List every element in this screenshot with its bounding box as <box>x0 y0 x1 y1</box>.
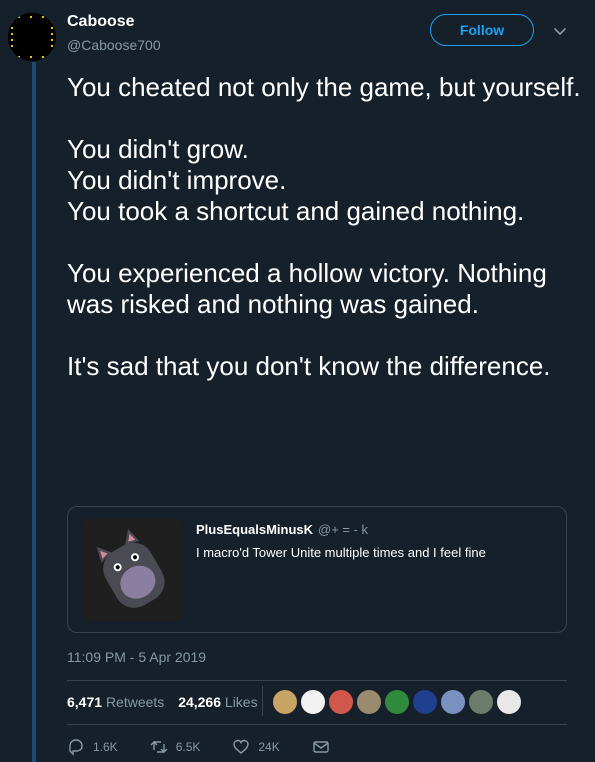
tweet-text: You cheated not only the game, but yours… <box>67 72 587 413</box>
tweet-paragraph: You experienced a hollow victory. Nothin… <box>67 258 547 319</box>
envelope-icon <box>313 741 329 753</box>
like-button[interactable]: 24K <box>232 738 280 756</box>
quoted-author-handle: @+ = - k <box>318 522 369 537</box>
liker-avatar[interactable] <box>412 689 438 715</box>
author-handle[interactable]: @Caboose700 <box>67 37 161 53</box>
divider <box>67 680 567 681</box>
tweet-timestamp[interactable]: 11:09 PM - 5 Apr 2019 <box>67 649 206 665</box>
thread-line <box>32 62 36 762</box>
message-button[interactable] <box>312 738 338 756</box>
retweet-icon <box>150 741 168 753</box>
reply-count: 1.6K <box>93 740 118 754</box>
divider <box>67 724 567 725</box>
liker-avatar[interactable] <box>300 689 326 715</box>
likes-label: Likes <box>224 694 258 710</box>
likes-count: 24,266 <box>178 694 222 710</box>
engagement-stats: 6,471 Retweets 24,266 Likes <box>67 694 268 710</box>
follow-button[interactable]: Follow <box>430 14 534 46</box>
stats-separator <box>262 686 263 716</box>
author-name[interactable]: Caboose <box>67 13 135 31</box>
retweet-count: 6.5K <box>175 740 201 754</box>
liker-avatar[interactable] <box>356 689 382 715</box>
quoted-tweet[interactable]: PlusEqualsMinusK @+ = - k I macro'd Towe… <box>67 506 567 633</box>
reply-button[interactable]: 1.6K <box>67 738 118 756</box>
retweets-count: 6,471 <box>67 694 103 710</box>
liker-avatar[interactable] <box>384 689 410 715</box>
quoted-tweet-image <box>81 519 183 621</box>
liker-avatar[interactable] <box>272 689 298 715</box>
quoted-tweet-text: I macro'd Tower Unite multiple times and… <box>196 545 486 560</box>
retweets-label: Retweets <box>105 694 165 710</box>
quoted-author-name: PlusEqualsMinusK <box>196 522 314 537</box>
likes-stat[interactable]: 24,266 Likes <box>178 694 257 710</box>
action-bar: 1.6K 6.5K 24K <box>67 738 370 756</box>
cat-image <box>81 519 183 621</box>
avatar-image <box>8 13 56 61</box>
liker-avatar[interactable] <box>496 689 522 715</box>
like-count: 24K <box>258 740 280 754</box>
retweets-stat[interactable]: 6,471 Retweets <box>67 694 164 710</box>
retweet-button[interactable]: 6.5K <box>150 738 201 756</box>
liker-avatar[interactable] <box>328 689 354 715</box>
avatar[interactable] <box>8 13 56 61</box>
tweet-paragraph: It's sad that you don't know the differe… <box>67 351 551 381</box>
chevron-down-icon[interactable] <box>552 24 568 40</box>
tweet-paragraph: You didn't grow. You didn't improve. You… <box>67 134 525 226</box>
liker-avatar[interactable] <box>440 689 466 715</box>
reply-icon <box>69 739 83 756</box>
heart-icon <box>233 739 250 754</box>
liker-avatar[interactable] <box>468 689 494 715</box>
liker-avatars <box>272 689 524 715</box>
tweet-paragraph: You cheated not only the game, but yours… <box>67 72 581 102</box>
